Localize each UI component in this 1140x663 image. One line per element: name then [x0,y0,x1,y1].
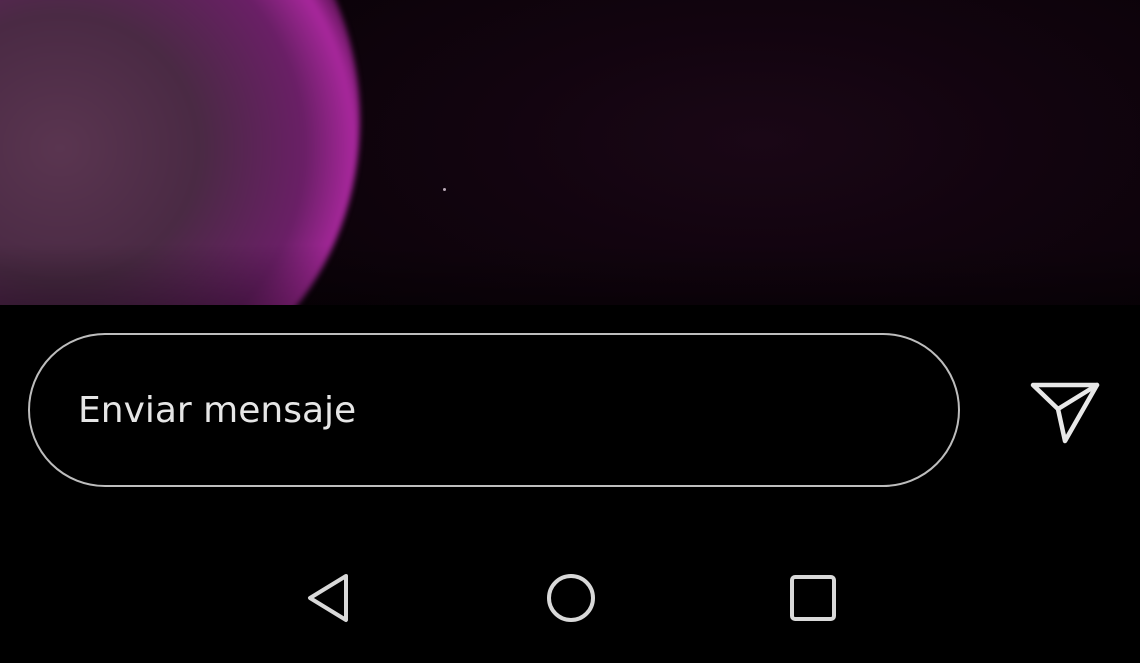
send-icon [1030,382,1100,444]
recents-square-icon [790,575,836,621]
nav-back-button[interactable] [298,568,358,628]
back-triangle-icon [308,574,348,622]
system-navigation-bar [0,540,1140,663]
home-circle-icon [547,574,595,622]
message-input[interactable] [78,381,898,439]
nav-home-button[interactable] [541,568,601,628]
nav-recents-button[interactable] [783,568,843,628]
story-media[interactable] [0,0,1140,305]
reply-bar [0,305,1140,520]
story-screen [0,0,1140,663]
send-button[interactable] [1025,375,1105,451]
message-field[interactable] [28,333,960,487]
story-media-shade [0,0,1140,305]
